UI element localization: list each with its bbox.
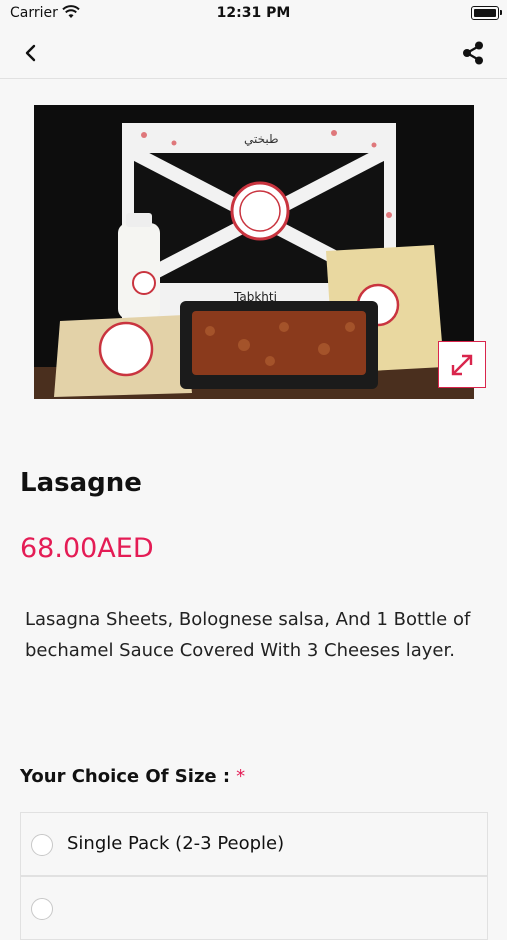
product-title: Lasagne — [20, 468, 142, 498]
navigation-bar — [0, 28, 507, 79]
share-icon — [463, 41, 483, 65]
expand-arrows-icon — [451, 354, 473, 375]
photo-arabic-text: طبختي — [244, 132, 279, 146]
product-price: 68.00AED — [20, 533, 154, 564]
status-bar: Carrier 12:31 PM — [0, 0, 507, 28]
expand-image-button[interactable] — [438, 341, 486, 388]
size-choice-label: Your Choice Of Size : * — [20, 766, 245, 787]
radio-button[interactable] — [31, 834, 53, 856]
share-button[interactable] — [459, 39, 487, 67]
product-description: Lasagna Sheets, Bolognese salsa, And 1 B… — [25, 609, 471, 661]
product-photo[interactable]: طبختي Tabkhti — [34, 105, 474, 399]
required-mark: * — [236, 766, 246, 787]
size-choice-text: Your Choice Of Size : — [20, 766, 231, 787]
battery-icon — [471, 6, 502, 20]
chevron-left-icon — [25, 44, 36, 62]
radio-button[interactable] — [31, 898, 53, 920]
size-option-label: Single Pack (2-3 People) — [67, 833, 285, 854]
size-option-single-pack[interactable]: Single Pack (2-3 People) — [20, 812, 488, 876]
clock: 12:31 PM — [216, 5, 291, 21]
back-button[interactable] — [18, 40, 44, 66]
size-option-2[interactable] — [20, 876, 488, 940]
